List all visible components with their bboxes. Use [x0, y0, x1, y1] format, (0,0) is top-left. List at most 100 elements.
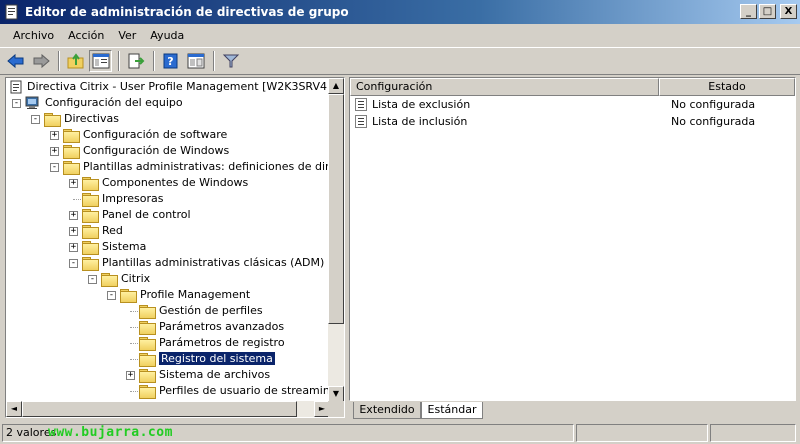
expand-icon[interactable]: +	[69, 243, 78, 252]
toolbar-separator	[153, 51, 155, 71]
help-icon: ?	[163, 53, 177, 69]
restore-button[interactable]: □	[759, 4, 776, 19]
properties-icon	[187, 53, 204, 69]
details-pane[interactable]: Configuración Estado Lista de exclusión …	[349, 77, 796, 401]
collapse-icon[interactable]: -	[107, 291, 116, 300]
menu-archivo[interactable]: Archivo	[6, 29, 61, 42]
forward-arrow-icon	[33, 53, 50, 69]
status-panel-3	[710, 424, 796, 442]
folder-icon	[139, 337, 156, 351]
tree-item-label: Plantillas administrativas clásicas (ADM…	[102, 256, 325, 269]
expand-icon[interactable]: +	[50, 147, 59, 156]
toolbar-separator	[58, 51, 60, 71]
folder-icon	[101, 273, 118, 287]
collapse-icon[interactable]: -	[31, 115, 40, 124]
tree-item-label: Registro del sistema	[158, 351, 276, 366]
folder-icon	[44, 113, 61, 127]
menu-accion[interactable]: Acción	[61, 29, 111, 42]
tree-item-label: Componentes de Windows	[102, 176, 249, 189]
folder-icon	[82, 209, 99, 223]
tree-item-label: Gestión de perfiles	[159, 304, 263, 317]
collapse-icon[interactable]: -	[69, 259, 78, 268]
status-panel-2	[576, 424, 708, 442]
column-header-estado[interactable]: Estado	[659, 78, 795, 96]
list-item[interactable]: Lista de exclusión No configurada	[350, 96, 795, 113]
close-button[interactable]: X	[780, 4, 797, 19]
expand-icon[interactable]: +	[69, 227, 78, 236]
folder-icon	[82, 193, 99, 207]
tab-extendido[interactable]: Extendido	[353, 402, 421, 419]
tree-vertical-scrollbar[interactable]: ▲ ▼	[328, 78, 344, 402]
tree-item-label: Profile Management	[140, 288, 251, 301]
folder-icon	[139, 369, 156, 383]
up-folder-icon	[67, 53, 83, 69]
show-hide-tree-button[interactable]	[89, 50, 112, 72]
scroll-up-arrow-icon[interactable]: ▲	[328, 78, 344, 94]
tree-root-label: Directiva Citrix - User Profile Manageme…	[27, 80, 330, 93]
tree-item-label: Sistema	[102, 240, 147, 253]
tree-connector	[130, 359, 138, 360]
tree-pane[interactable]: Directiva Citrix - User Profile Manageme…	[5, 77, 345, 418]
setting-name: Lista de exclusión	[372, 98, 471, 111]
tree-connector	[73, 199, 81, 200]
folder-icon	[63, 129, 80, 143]
scroll-thumb[interactable]	[328, 94, 344, 324]
expand-icon[interactable]: +	[126, 371, 135, 380]
tree-item-label: Sistema de archivos	[159, 368, 271, 381]
filter-button[interactable]	[219, 50, 242, 72]
folder-icon	[63, 145, 80, 159]
menu-bar: Archivo Acción Ver Ayuda	[0, 24, 800, 46]
watermark-text: www.bujarra.com	[48, 425, 173, 440]
minimize-button[interactable]: _	[740, 4, 757, 19]
svg-text:?: ?	[167, 55, 173, 68]
folder-icon	[82, 257, 99, 271]
console-tree: Directiva Citrix - User Profile Manageme…	[6, 78, 330, 402]
folder-icon	[120, 289, 137, 303]
forward-button[interactable]	[29, 50, 52, 72]
back-arrow-icon	[6, 53, 23, 69]
folder-icon	[139, 385, 156, 399]
tree-item-label: Parámetros de registro	[159, 336, 285, 349]
window-title: Editor de administración de directivas d…	[25, 5, 349, 19]
tree-item-label: Configuración de software	[83, 128, 228, 141]
title-bar: Editor de administración de directivas d…	[0, 0, 800, 24]
tree-item-label: Directivas	[64, 112, 119, 125]
tree-item-label: Panel de control	[102, 208, 191, 221]
computer-icon	[25, 96, 41, 113]
menu-ayuda[interactable]: Ayuda	[143, 29, 191, 42]
menu-ver[interactable]: Ver	[111, 29, 143, 42]
folder-icon	[139, 321, 156, 335]
tree-item-label: Plantillas administrativas: definiciones…	[83, 160, 330, 173]
toolbar-separator	[118, 51, 120, 71]
gpo-editor-app-icon	[4, 4, 20, 20]
expand-icon[interactable]: +	[69, 211, 78, 220]
toolbar-separator	[213, 51, 215, 71]
toolbar: ?	[0, 47, 800, 75]
collapse-icon[interactable]: -	[50, 163, 59, 172]
collapse-icon[interactable]: -	[12, 99, 21, 108]
scroll-corner	[328, 401, 344, 417]
help-button[interactable]: ?	[159, 50, 182, 72]
back-button[interactable]	[4, 50, 27, 72]
properties-button[interactable]	[184, 50, 207, 72]
tab-estandar[interactable]: Estándar	[421, 402, 483, 419]
folder-icon	[82, 225, 99, 239]
export-list-button[interactable]	[124, 50, 147, 72]
expand-icon[interactable]: +	[50, 131, 59, 140]
tree-item-label: Configuración de Windows	[83, 144, 230, 157]
window-controls: _ □ X	[740, 4, 797, 19]
column-header-configuracion[interactable]: Configuración	[350, 78, 659, 96]
scroll-down-arrow-icon[interactable]: ▼	[328, 386, 344, 402]
scroll-left-arrow-icon[interactable]: ◄	[6, 401, 22, 417]
tree-horizontal-scrollbar[interactable]: ◄ ►	[6, 401, 330, 417]
scroll-thumb[interactable]	[22, 401, 297, 417]
collapse-icon[interactable]: -	[88, 275, 97, 284]
setting-state: No configurada	[671, 115, 756, 128]
setting-list-icon	[355, 98, 367, 111]
up-one-level-button[interactable]	[64, 50, 87, 72]
list-item[interactable]: Lista de inclusión No configurada	[350, 113, 795, 130]
folder-icon	[82, 241, 99, 255]
show-hide-tree-icon	[92, 53, 109, 69]
expand-icon[interactable]: +	[69, 179, 78, 188]
tree-item-label: Citrix	[121, 272, 151, 285]
